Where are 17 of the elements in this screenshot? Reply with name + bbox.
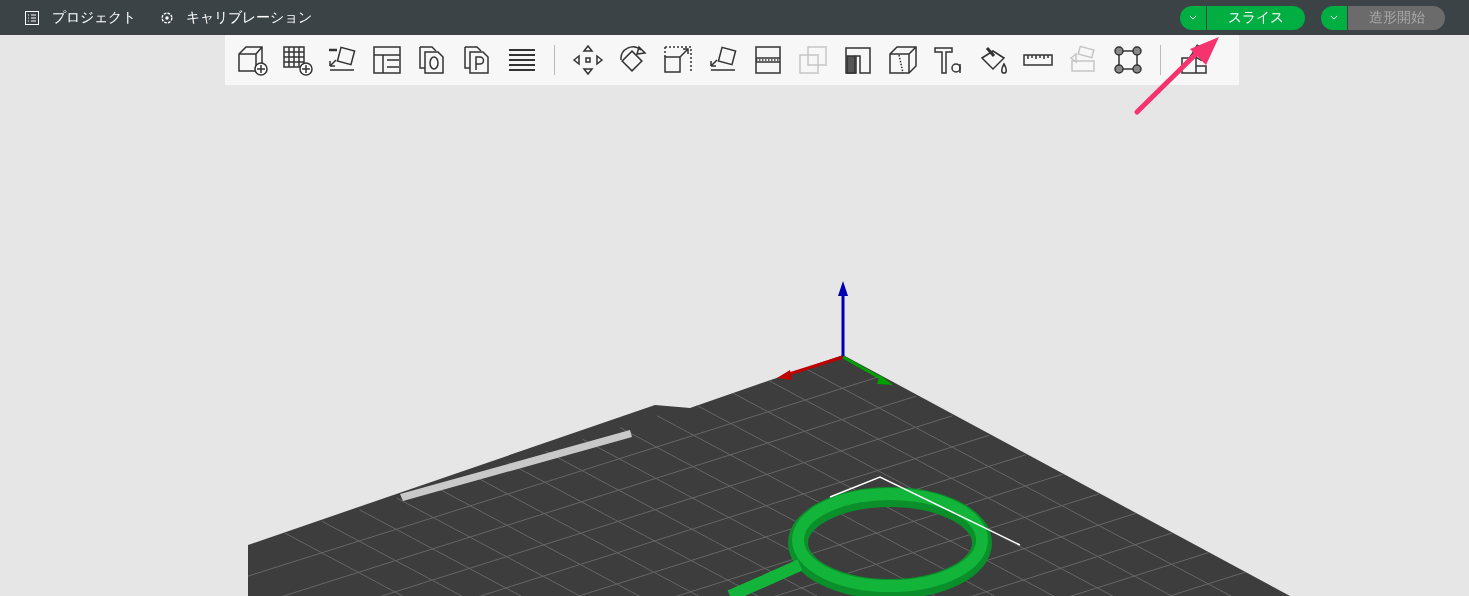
- caret-icon: [1189, 15, 1197, 20]
- list-icon: [24, 9, 40, 26]
- gear-icon: [160, 10, 174, 25]
- move-icon: [571, 44, 604, 76]
- dropdown-button[interactable]: [1180, 5, 1206, 30]
- cube-plus-icon: [235, 44, 268, 76]
- square-corners-icon: [1111, 44, 1144, 76]
- layout-icon: [370, 44, 403, 76]
- overlapping-squares-icon: [796, 44, 829, 76]
- menu-item[interactable]: プロジェクト: [24, 7, 136, 28]
- caret-icon: [1330, 15, 1338, 20]
- cube-icon: [886, 44, 919, 76]
- scale-icon: [661, 44, 694, 76]
- text-icon: [931, 44, 964, 76]
- dropdown-button[interactable]: [1321, 5, 1347, 30]
- grid-plus-icon: [280, 44, 313, 76]
- menu-item[interactable]: キャリブレーション: [160, 7, 312, 28]
